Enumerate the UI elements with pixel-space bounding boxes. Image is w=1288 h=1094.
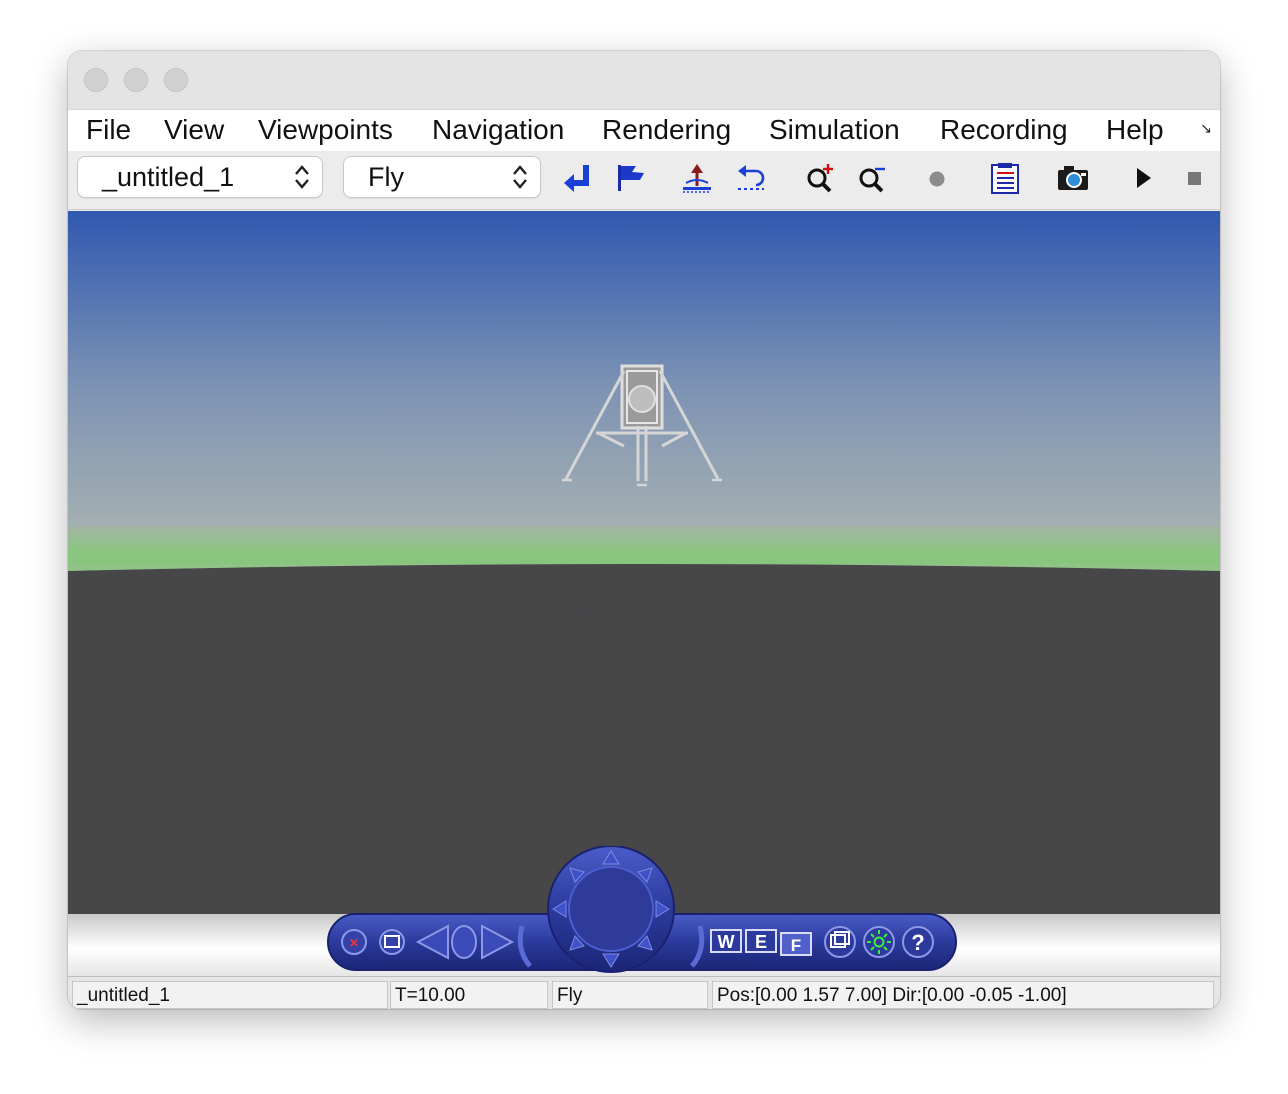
menu-rendering[interactable]: Rendering bbox=[602, 114, 731, 146]
walk-mode-label: W bbox=[718, 932, 735, 952]
toolbar: _untitled_1 Fly bbox=[68, 151, 1220, 210]
chevron-updown-icon bbox=[295, 165, 309, 189]
zoom-window-button[interactable] bbox=[164, 68, 188, 92]
menu-navigation[interactable]: Navigation bbox=[432, 114, 564, 146]
clipboard-icon[interactable] bbox=[988, 161, 1022, 195]
menu-view[interactable]: View bbox=[164, 114, 224, 146]
viewpoint-select-value: _untitled_1 bbox=[102, 162, 235, 192]
resize-corner-icon[interactable]: ↘ bbox=[1200, 120, 1212, 137]
nav-close-button[interactable]: × bbox=[341, 929, 367, 955]
fly-mode-label: F bbox=[791, 936, 801, 955]
nav-restore-button[interactable] bbox=[379, 929, 405, 955]
browser-window: File View Viewpoints Navigation Renderin… bbox=[68, 51, 1220, 1009]
record-dot-icon[interactable] bbox=[920, 161, 954, 195]
status-bar: _untitled_1 T=10.00 Fly Pos:[0.00 1.57 7… bbox=[68, 976, 1220, 1009]
scene-canvas[interactable] bbox=[68, 211, 1220, 914]
status-mode: Fly bbox=[552, 981, 708, 1009]
nav-help-button[interactable]: ? bbox=[902, 926, 934, 958]
status-time: T=10.00 bbox=[390, 981, 548, 1009]
navigation-mode-select[interactable]: Fly bbox=[344, 157, 540, 197]
zoom-in-icon[interactable] bbox=[804, 161, 838, 195]
status-pose: Pos:[0.00 1.57 7.00] Dir:[0.00 -0.05 -1.… bbox=[712, 981, 1214, 1009]
viewpoint-select[interactable]: _untitled_1 bbox=[78, 157, 322, 197]
zoom-out-icon[interactable] bbox=[856, 161, 890, 195]
menu-simulation[interactable]: Simulation bbox=[769, 114, 900, 146]
stop-icon[interactable] bbox=[1178, 161, 1212, 195]
fly-mode-button[interactable]: F bbox=[780, 932, 812, 956]
camera-icon[interactable] bbox=[1056, 161, 1090, 195]
return-icon[interactable] bbox=[560, 161, 594, 195]
examine-mode-button[interactable]: E bbox=[745, 929, 777, 953]
flag-icon[interactable] bbox=[614, 161, 648, 195]
ground-anchor-icon[interactable] bbox=[680, 161, 714, 195]
minimize-window-button[interactable] bbox=[124, 68, 148, 92]
examine-mode-label: E bbox=[755, 932, 767, 952]
menu-recording[interactable]: Recording bbox=[940, 114, 1068, 146]
close-window-button[interactable] bbox=[84, 68, 108, 92]
chevron-updown-icon bbox=[513, 165, 527, 189]
title-bar bbox=[68, 51, 1220, 109]
walk-mode-button[interactable]: W bbox=[710, 929, 742, 953]
status-world: _untitled_1 bbox=[72, 981, 388, 1009]
menu-bar: File View Viewpoints Navigation Renderin… bbox=[68, 109, 1220, 152]
navigation-mode-value: Fly bbox=[368, 162, 404, 192]
menu-help[interactable]: Help bbox=[1106, 114, 1164, 146]
close-icon: × bbox=[349, 935, 358, 952]
play-icon[interactable] bbox=[1126, 161, 1160, 195]
3d-viewport[interactable] bbox=[68, 211, 1220, 914]
undo-icon[interactable] bbox=[734, 161, 768, 195]
navigation-panel: × W E F ? bbox=[327, 846, 957, 973]
fit-view-button[interactable] bbox=[824, 926, 856, 958]
center-button[interactable] bbox=[451, 925, 477, 959]
menu-file[interactable]: File bbox=[86, 114, 131, 146]
menu-viewpoints[interactable]: Viewpoints bbox=[258, 114, 393, 146]
help-label: ? bbox=[911, 930, 924, 955]
headlight-button[interactable] bbox=[863, 926, 895, 958]
